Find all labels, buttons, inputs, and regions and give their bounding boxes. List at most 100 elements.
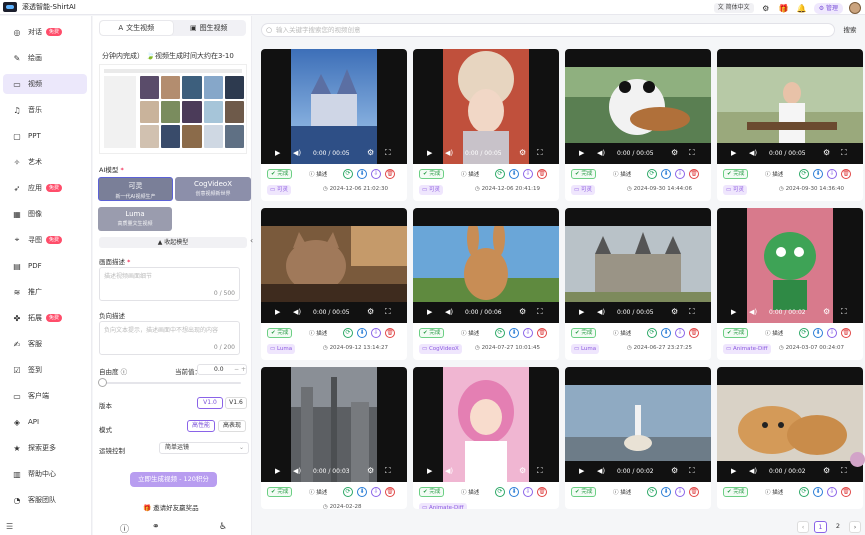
prev-page-button[interactable]: ‹	[797, 521, 809, 533]
description-link[interactable]: ⓘ 描述	[461, 329, 479, 337]
delete-icon[interactable]: 🗑	[385, 487, 395, 497]
sidebar-item-14[interactable]: ▭ 客户端	[3, 386, 87, 406]
language-selector[interactable]: 文 简体中文	[713, 3, 754, 13]
sidebar-item-18[interactable]: ◔ 客服团队	[3, 490, 87, 510]
gear-icon[interactable]: ⚙	[823, 148, 830, 157]
regenerate-icon[interactable]: ⟳	[495, 328, 505, 338]
play-icon[interactable]: ▶	[579, 308, 584, 316]
freedom-slider-knob[interactable]	[98, 378, 107, 387]
save-icon[interactable]: ⇩	[827, 169, 837, 179]
gear-icon[interactable]: ⚙	[367, 148, 374, 157]
play-icon[interactable]: ▶	[579, 149, 584, 157]
description-link[interactable]: ⓘ 描述	[613, 170, 631, 178]
invite-friends-link[interactable]: 🎁 邀请好友赢奖品	[143, 502, 199, 512]
negative-prompt-textarea[interactable]: 负向文本提示，描述画面中不想出现的内容 0 / 200	[99, 321, 240, 355]
delete-icon[interactable]: 🗑	[689, 169, 699, 179]
play-icon[interactable]: ▶	[275, 308, 280, 316]
download-icon[interactable]: ⬇	[357, 487, 367, 497]
sidebar-item-2[interactable]: ▭ 视频	[3, 74, 87, 94]
sidebar-item-1[interactable]: ✎ 绘画	[3, 48, 87, 68]
user-avatar[interactable]	[849, 2, 861, 14]
sidebar-item-13[interactable]: ☑ 签到	[3, 360, 87, 380]
collapse-panel-chevron-icon[interactable]: ‹	[250, 236, 253, 245]
save-icon[interactable]: ⇩	[371, 487, 381, 497]
gear-icon[interactable]: ⚙	[519, 466, 526, 475]
regenerate-icon[interactable]: ⟳	[799, 487, 809, 497]
description-link[interactable]: ⓘ 描述	[309, 329, 327, 337]
gift-icon[interactable]: 🎁	[778, 3, 790, 14]
video-player[interactable]: ▶ ◀) 0:00 / 00:02 ⚙ ⛶	[717, 208, 863, 323]
download-icon[interactable]: ⬇	[509, 328, 519, 338]
video-player[interactable]: ▶ ◀) 0:00 / 00:03 ⚙ ⛶	[261, 367, 407, 482]
save-icon[interactable]: ⇩	[675, 487, 685, 497]
gear-icon[interactable]: ⚙	[823, 307, 830, 316]
sidebar-item-11[interactable]: ✤ 拓展 免费	[3, 308, 87, 328]
floating-assistant-avatar[interactable]	[850, 452, 865, 467]
delete-icon[interactable]: 🗑	[689, 328, 699, 338]
gear-icon[interactable]: ⚙	[671, 307, 678, 316]
description-link[interactable]: ⓘ 描述	[613, 329, 631, 337]
download-icon[interactable]: ⬇	[357, 169, 367, 179]
video-player[interactable]: ▶ ◀) 0:00 / 00:02 ⚙ ⛶	[717, 367, 863, 482]
video-player[interactable]: ▶ ◀) 0:00 / 00:05 ⚙ ⛶	[565, 208, 711, 323]
link-icon[interactable]: ⚭	[152, 522, 160, 532]
download-icon[interactable]: ⬇	[813, 487, 823, 497]
regenerate-icon[interactable]: ⟳	[343, 487, 353, 497]
download-icon[interactable]: ⬇	[661, 487, 671, 497]
play-icon[interactable]: ▶	[275, 467, 280, 475]
sidebar-item-16[interactable]: ★ 探索更多	[3, 438, 87, 458]
version-v1-6-button[interactable]: V1.6	[225, 397, 247, 409]
description-link[interactable]: ⓘ 描述	[765, 170, 783, 178]
regenerate-icon[interactable]: ⟳	[799, 328, 809, 338]
bell-icon[interactable]: 🔔	[796, 3, 808, 14]
save-icon[interactable]: ⇩	[827, 328, 837, 338]
regenerate-icon[interactable]: ⟳	[343, 169, 353, 179]
fullscreen-icon[interactable]: ⛶	[841, 466, 847, 476]
regenerate-icon[interactable]: ⟳	[343, 328, 353, 338]
volume-icon[interactable]: ◀)	[749, 467, 757, 475]
video-player[interactable]: ▶ ◀) 0:00 / 00:05 ⚙ ⛶	[261, 49, 407, 164]
description-link[interactable]: ⓘ 描述	[461, 170, 479, 178]
camera-control-select[interactable]: 简单运镜 ⌄	[159, 442, 249, 454]
mode-high-quality-button[interactable]: 高表现	[218, 420, 246, 432]
sidebar-item-0[interactable]: ◎ 对话 免费	[3, 22, 87, 42]
delete-icon[interactable]: 🗑	[537, 328, 547, 338]
collapse-sidebar-icon[interactable]: ☰	[6, 522, 13, 531]
fullscreen-icon[interactable]: ⛶	[385, 148, 391, 158]
regenerate-icon[interactable]: ⟳	[495, 169, 505, 179]
save-icon[interactable]: ⇩	[523, 328, 533, 338]
delete-icon[interactable]: 🗑	[841, 487, 851, 497]
delete-icon[interactable]: 🗑	[537, 169, 547, 179]
prompt-textarea[interactable]: 描述视频画面细节 0 / 500	[99, 267, 240, 301]
fullscreen-icon[interactable]: ⛶	[689, 466, 695, 476]
volume-icon[interactable]: ◀)	[445, 467, 453, 475]
gear-icon[interactable]: ⚙	[671, 466, 678, 475]
volume-icon[interactable]: ◀)	[293, 149, 301, 157]
fullscreen-icon[interactable]: ⛶	[689, 307, 695, 317]
sample-preview-image[interactable]	[99, 64, 247, 154]
volume-icon[interactable]: ◀)	[445, 308, 453, 316]
description-link[interactable]: ⓘ 描述	[613, 488, 631, 496]
fullscreen-icon[interactable]: ⛶	[689, 148, 695, 158]
play-icon[interactable]: ▶	[427, 149, 432, 157]
model-card-kling[interactable]: 可灵 新一代AI视频生产	[98, 177, 173, 201]
minus-icon[interactable]: −	[234, 365, 239, 374]
sidebar-item-15[interactable]: ◈ API	[3, 412, 87, 432]
video-player[interactable]: ▶ ◀) 0:00 / 00:02 ⚙ ⛶	[413, 367, 559, 482]
person-icon[interactable]: ♿	[219, 522, 227, 532]
play-icon[interactable]: ▶	[427, 467, 432, 475]
video-player[interactable]: ▶ ◀) 0:00 / 00:05 ⚙ ⛶	[717, 49, 863, 164]
save-icon[interactable]: ⇩	[523, 169, 533, 179]
page-2-button[interactable]: 2	[832, 521, 844, 533]
gear-icon[interactable]: ⚙	[519, 307, 526, 316]
settings-icon[interactable]: ⚙	[760, 3, 772, 14]
fullscreen-icon[interactable]: ⛶	[385, 307, 391, 317]
version-v1-0-button[interactable]: V1.0	[197, 397, 223, 409]
gear-icon[interactable]: ⚙	[367, 307, 374, 316]
sidebar-item-9[interactable]: ▤ PDF	[3, 256, 87, 276]
tab-text-to-video[interactable]: A 文生视频	[100, 21, 173, 35]
download-icon[interactable]: ⬇	[357, 328, 367, 338]
volume-icon[interactable]: ◀)	[597, 308, 605, 316]
regenerate-icon[interactable]: ⟳	[799, 169, 809, 179]
volume-icon[interactable]: ◀)	[293, 308, 301, 316]
